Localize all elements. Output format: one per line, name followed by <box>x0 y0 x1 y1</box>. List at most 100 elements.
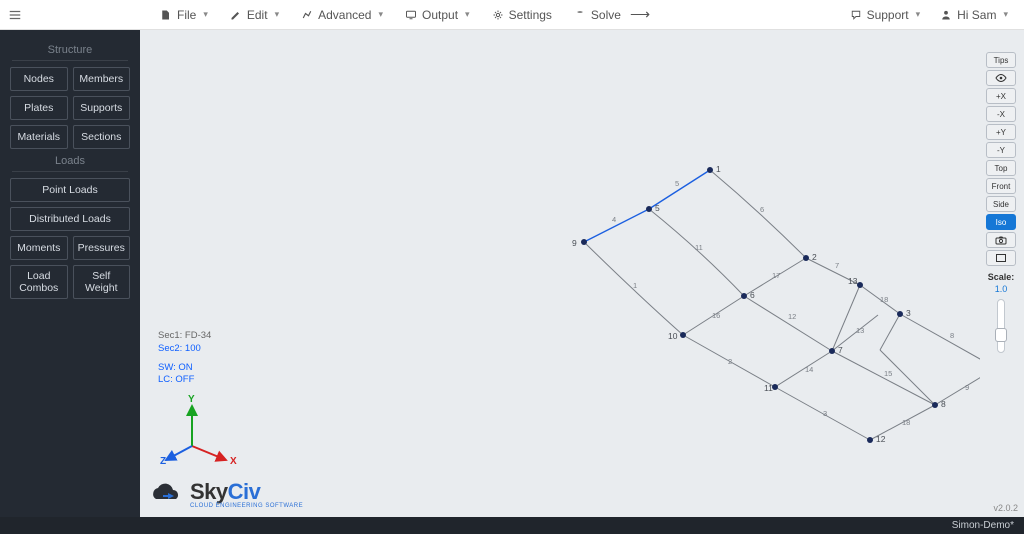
status-overlay: Sec1: FD-34 Sec2: 100 SW: ON LC: OFF <box>158 330 211 387</box>
node-label: 10 <box>668 331 678 341</box>
sidebar-section-loads: Loads <box>12 155 127 172</box>
version-label: v2.0.2 <box>993 503 1018 513</box>
node-label: 12 <box>876 434 886 444</box>
svg-text:6: 6 <box>750 290 755 300</box>
menu-user[interactable]: Hi Sam ▾ <box>940 8 1008 22</box>
filename-label: Simon-Demo* <box>952 520 1014 531</box>
svg-text:4: 4 <box>612 215 616 224</box>
svg-text:18: 18 <box>902 418 910 427</box>
topbar: File▾ Edit▾ Advanced▾ Output▾ Settings S… <box>0 0 1024 30</box>
node-label: 1 <box>716 164 721 174</box>
status-sw: SW: ON <box>158 362 211 375</box>
btn-pressures[interactable]: Pressures <box>73 236 131 260</box>
axes-widget: X Y Z <box>160 388 240 468</box>
brand-tagline: CLOUD ENGINEERING SOFTWARE <box>190 503 303 509</box>
menu-solve[interactable]: Solve ⟶ <box>574 6 650 23</box>
sidebar: Structure Nodes Members Plates Supports … <box>0 30 140 517</box>
btn-plates[interactable]: Plates <box>10 96 68 120</box>
btn-self-weight[interactable]: Self Weight <box>73 265 131 299</box>
menu-advanced-label: Advanced <box>318 8 371 22</box>
svg-text:15: 15 <box>884 369 892 378</box>
svg-text:6: 6 <box>760 205 764 214</box>
svg-text:1: 1 <box>633 281 637 290</box>
menu-settings-label: Settings <box>509 8 552 22</box>
node-label: 13 <box>848 276 858 286</box>
btn-side[interactable]: Side <box>986 196 1016 212</box>
menu-advanced[interactable]: Advanced ▾ <box>301 6 383 23</box>
menu-solve-label: Solve <box>591 8 621 22</box>
btn-distributed-loads[interactable]: Distributed Loads <box>10 207 130 231</box>
scale-label: Scale: <box>988 272 1015 282</box>
btn-materials[interactable]: Materials <box>10 125 68 149</box>
svg-text:12: 12 <box>788 312 796 321</box>
btn-moments[interactable]: Moments <box>10 236 68 260</box>
svg-text:13: 13 <box>856 326 864 335</box>
brand-logo: SkyCiv CLOUD ENGINEERING SOFTWARE <box>148 479 303 509</box>
topbar-right: Support▾ Hi Sam ▾ <box>850 8 1008 22</box>
node-label: 3 <box>906 308 911 318</box>
btn-point-loads[interactable]: Point Loads <box>10 178 130 202</box>
btn-iso[interactable]: Iso <box>986 214 1016 230</box>
btn-sections[interactable]: Sections <box>73 125 131 149</box>
camera-icon <box>995 235 1007 245</box>
view-controls: Tips +X -X +Y -Y Top Front Side Iso Scal… <box>984 52 1018 353</box>
btn-members[interactable]: Members <box>73 67 131 91</box>
svg-text:2: 2 <box>728 357 732 366</box>
menu-edit[interactable]: Edit ▾ <box>230 6 279 23</box>
btn-minus-y[interactable]: -Y <box>986 142 1016 158</box>
btn-load-combos[interactable]: Load Combos <box>10 265 68 299</box>
structure-mesh: 1 5 9 2 6 10 13 3 7 11 4 8 12 5 4 6 11 1… <box>340 120 980 460</box>
eye-icon <box>995 73 1007 83</box>
btn-tips[interactable]: Tips <box>986 52 1016 68</box>
bottom-statusbar: Simon-Demo* <box>0 517 1024 534</box>
btn-camera[interactable] <box>986 232 1016 248</box>
svg-text:Z: Z <box>160 456 166 467</box>
menu-settings[interactable]: Settings <box>492 6 552 23</box>
svg-text:14: 14 <box>805 365 813 374</box>
svg-text:3: 3 <box>823 409 827 418</box>
btn-supports[interactable]: Supports <box>73 96 131 120</box>
svg-text:18: 18 <box>880 295 888 304</box>
slider-thumb[interactable] <box>995 328 1007 342</box>
svg-text:9: 9 <box>965 383 969 392</box>
frame-icon <box>995 253 1007 263</box>
btn-plus-x[interactable]: +X <box>986 88 1016 104</box>
svg-text:16: 16 <box>712 311 720 320</box>
status-sec1: Sec1: FD-34 <box>158 330 211 343</box>
svg-text:X: X <box>230 456 237 467</box>
svg-text:17: 17 <box>772 271 780 280</box>
menu-output-label: Output <box>422 8 458 22</box>
status-sec2: Sec2: 100 <box>158 343 211 356</box>
menu-edit-label: Edit <box>247 8 268 22</box>
menu-support-label: Support <box>867 8 909 22</box>
btn-front[interactable]: Front <box>986 178 1016 194</box>
menu-file[interactable]: File ▾ <box>160 6 208 23</box>
node-label: 9 <box>572 238 577 248</box>
btn-frame[interactable] <box>986 250 1016 266</box>
menu-user-label: Hi Sam <box>957 8 996 22</box>
svg-text:11: 11 <box>695 243 703 252</box>
menu-output[interactable]: Output▾ <box>405 6 470 23</box>
chevron-down-icon: ▾ <box>275 9 280 20</box>
node-label: 8 <box>941 399 946 409</box>
svg-text:8: 8 <box>950 331 954 340</box>
btn-nodes[interactable]: Nodes <box>10 67 68 91</box>
hamburger-icon[interactable] <box>0 0 30 30</box>
svg-text:7: 7 <box>838 345 843 355</box>
chevron-down-icon: ▾ <box>378 9 383 20</box>
menu-support[interactable]: Support▾ <box>850 8 921 22</box>
scale-slider[interactable] <box>997 299 1005 353</box>
chevron-down-icon: ▾ <box>203 9 208 20</box>
cloud-icon <box>148 481 184 507</box>
viewport[interactable]: 1 5 9 2 6 10 13 3 7 11 4 8 12 5 4 6 11 1… <box>140 30 1024 517</box>
arrow-right-icon: ⟶ <box>630 6 650 23</box>
menu-file-label: File <box>177 8 196 22</box>
node-label: 5 <box>655 203 660 213</box>
svg-text:Y: Y <box>188 394 195 405</box>
btn-visibility[interactable] <box>986 70 1016 86</box>
btn-minus-x[interactable]: -X <box>986 106 1016 122</box>
chevron-down-icon: ▾ <box>1003 9 1008 20</box>
btn-top[interactable]: Top <box>986 160 1016 176</box>
btn-plus-y[interactable]: +Y <box>986 124 1016 140</box>
node-label: 2 <box>812 252 817 262</box>
